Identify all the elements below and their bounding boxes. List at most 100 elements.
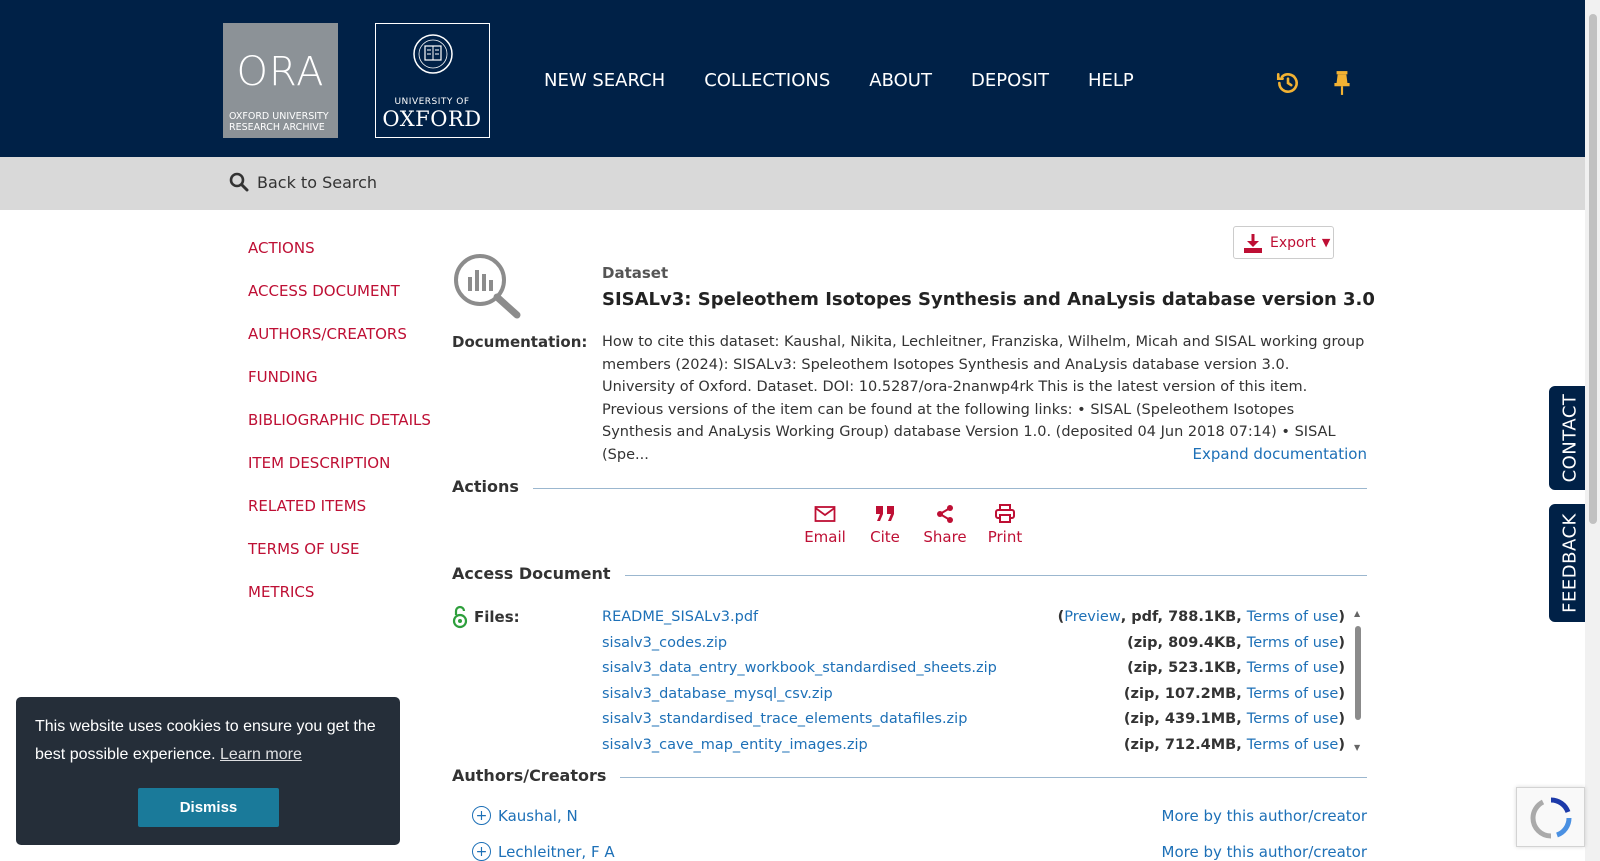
file-link[interactable]: sisalv3_database_mysql_csv.zip <box>602 686 833 702</box>
file-row: README_SISALv3.pdf (Preview, pdf, 788.1K… <box>602 609 1345 635</box>
authors-section-heading: Authors/Creators <box>452 766 1367 788</box>
main-nav: NEW SEARCH COLLECTIONS ABOUT DEPOSIT HEL… <box>544 70 1173 91</box>
back-to-search-label: Back to Search <box>257 172 378 192</box>
oxford-logo-line2: OXFORD <box>382 107 482 131</box>
file-meta: (zip, 712.4MB, Terms of use) <box>1123 736 1345 753</box>
terms-link[interactable]: Terms of use <box>1247 686 1339 702</box>
section-nav: ACTIONS ACCESS DOCUMENT AUTHORS/CREATORS… <box>248 238 431 625</box>
oxford-crest-icon <box>413 34 453 74</box>
share-action[interactable]: Share <box>915 503 975 546</box>
export-label: Export <box>1270 234 1316 251</box>
oxford-logo-line1: UNIVERSITY OF <box>394 97 470 107</box>
sidebar-item-actions[interactable]: ACTIONS <box>248 238 431 281</box>
files-list: README_SISALv3.pdf (Preview, pdf, 788.1K… <box>602 609 1345 762</box>
export-button[interactable]: Export ▼ <box>1233 226 1334 259</box>
sidebar-item-item-description[interactable]: ITEM DESCRIPTION <box>248 453 431 496</box>
sidebar-item-metrics[interactable]: METRICS <box>248 582 431 625</box>
cookie-message: This website uses cookies to ensure you … <box>35 718 376 763</box>
dismiss-button[interactable]: Dismiss <box>138 788 279 827</box>
actions-row: Email Cite Share Print <box>795 503 1035 546</box>
nav-help[interactable]: HELP <box>1088 70 1134 91</box>
author-item[interactable]: + Kaushal, N <box>472 806 578 825</box>
cookie-banner: This website uses cookies to ensure you … <box>16 697 400 845</box>
file-row: sisalv3_data_entry_workbook_standardised… <box>602 660 1345 686</box>
nav-new-search[interactable]: NEW SEARCH <box>544 70 665 91</box>
page-scrollbar[interactable] <box>1585 0 1600 861</box>
file-row: sisalv3_cave_map_entity_images.zip (zip,… <box>602 737 1345 763</box>
file-meta: (zip, 439.1MB, Terms of use) <box>1123 711 1345 727</box>
print-action[interactable]: Print <box>975 503 1035 546</box>
expand-documentation-link[interactable]: Expand documentation <box>1193 445 1367 463</box>
expand-plus-icon[interactable]: + <box>472 806 491 825</box>
sidebar-item-terms[interactable]: TERMS OF USE <box>248 539 431 582</box>
scroll-up-icon[interactable]: ▲ <box>1354 609 1360 618</box>
back-to-search-link[interactable]: Back to Search <box>229 172 377 192</box>
terms-link[interactable]: Terms of use <box>1247 635 1339 651</box>
file-meta: (zip, 809.4KB, Terms of use) <box>1127 634 1345 651</box>
access-section-heading: Access Document <box>452 564 1367 586</box>
terms-link[interactable]: Terms of use <box>1247 711 1339 727</box>
more-by-author-link[interactable]: More by this author/creator <box>1162 843 1367 861</box>
history-icon[interactable] <box>1275 70 1301 100</box>
file-meta: (zip, 523.1KB, Terms of use) <box>1127 660 1345 676</box>
quote-icon <box>876 506 894 521</box>
dataset-icon <box>454 254 521 319</box>
terms-link[interactable]: Terms of use <box>1247 609 1339 625</box>
open-access-icon <box>452 605 468 629</box>
more-by-author-link[interactable]: More by this author/creator <box>1162 807 1367 825</box>
contact-tab[interactable]: CONTACT <box>1547 384 1590 492</box>
record-type: Dataset <box>602 264 669 282</box>
nav-collections[interactable]: COLLECTIONS <box>704 70 830 91</box>
sidebar-item-access-document[interactable]: ACCESS DOCUMENT <box>248 281 431 324</box>
file-link[interactable]: sisalv3_codes.zip <box>602 635 727 651</box>
nav-about[interactable]: ABOUT <box>869 70 932 91</box>
files-label: Files: <box>452 605 520 629</box>
site-header: ORA OXFORD UNIVERSITY RESEARCH ARCHIVE U… <box>0 0 1585 157</box>
learn-more-link[interactable]: Learn more <box>220 746 302 763</box>
access-heading: Access Document <box>452 564 625 583</box>
preview-link[interactable]: Preview <box>1064 609 1120 625</box>
sidebar-item-funding[interactable]: FUNDING <box>248 367 431 410</box>
recaptcha-badge[interactable] <box>1516 787 1585 847</box>
sidebar-item-authors[interactable]: AUTHORS/CREATORS <box>248 324 431 367</box>
search-icon <box>229 172 249 192</box>
author-item[interactable]: + Lechleitner, F A <box>472 842 615 861</box>
oxford-logo[interactable]: UNIVERSITY OF OXFORD <box>375 23 490 138</box>
ora-logo[interactable]: ORA OXFORD UNIVERSITY RESEARCH ARCHIVE <box>223 23 338 138</box>
nav-deposit[interactable]: DEPOSIT <box>971 70 1049 91</box>
cite-action[interactable]: Cite <box>855 503 915 546</box>
author-name[interactable]: Kaushal, N <box>498 807 578 825</box>
author-name[interactable]: Lechleitner, F A <box>498 843 615 861</box>
actions-heading: Actions <box>452 477 533 496</box>
sidebar-item-related-items[interactable]: RELATED ITEMS <box>248 496 431 539</box>
print-icon <box>995 504 1015 523</box>
recaptcha-icon <box>1530 797 1572 839</box>
file-row: sisalv3_database_mysql_csv.zip (zip, 107… <box>602 686 1345 712</box>
pin-icon[interactable] <box>1331 70 1353 100</box>
record-title: SISALv3: Speleothem Isotopes Synthesis a… <box>602 289 1375 310</box>
documentation-label: Documentation: <box>452 333 588 351</box>
files-scroll-thumb[interactable] <box>1355 626 1361 720</box>
share-icon <box>937 505 953 523</box>
sidebar-item-bibliographic[interactable]: BIBLIOGRAPHIC DETAILS <box>248 410 431 453</box>
file-meta: (Preview, pdf, 788.1KB, Terms of use) <box>1057 609 1345 625</box>
feedback-tab[interactable]: FEEDBACK <box>1547 502 1590 624</box>
files-scrollbar[interactable]: ▲ ▼ <box>1353 609 1363 754</box>
terms-link[interactable]: Terms of use <box>1247 660 1339 676</box>
file-link[interactable]: sisalv3_data_entry_workbook_standardised… <box>602 660 997 676</box>
file-link[interactable]: sisalv3_cave_map_entity_images.zip <box>602 737 868 753</box>
terms-link[interactable]: Terms of use <box>1247 737 1339 753</box>
expand-plus-icon[interactable]: + <box>472 842 491 861</box>
file-row: sisalv3_codes.zip (zip, 809.4KB, Terms o… <box>602 635 1345 661</box>
email-action[interactable]: Email <box>795 503 855 546</box>
scroll-down-icon[interactable]: ▼ <box>1354 743 1360 752</box>
back-bar: Back to Search <box>0 157 1585 210</box>
ora-logo-subtitle: OXFORD UNIVERSITY RESEARCH ARCHIVE <box>229 111 329 133</box>
file-link[interactable]: sisalv3_standardised_trace_elements_data… <box>602 711 967 727</box>
actions-section-heading: Actions <box>452 477 1367 499</box>
page-scroll-thumb[interactable] <box>1589 14 1597 524</box>
authors-heading: Authors/Creators <box>452 766 621 785</box>
file-link[interactable]: README_SISALv3.pdf <box>602 609 758 625</box>
file-meta: (zip, 107.2MB, Terms of use) <box>1123 685 1345 702</box>
email-icon <box>814 506 836 522</box>
